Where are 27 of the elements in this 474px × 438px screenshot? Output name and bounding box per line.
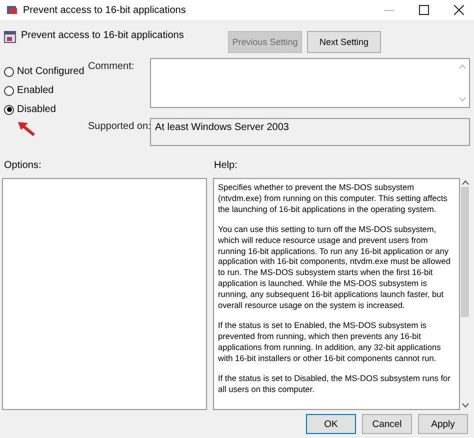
setting-title: Prevent access to 16-bit applications xyxy=(21,30,185,41)
maximize-icon xyxy=(419,5,429,15)
close-icon xyxy=(454,5,464,15)
help-paragraph: If the status is set to Disabled, the MS-DOS subsystem runs for all users on this computer. xyxy=(218,372,452,394)
supported-on-label: Supported on: xyxy=(88,120,150,134)
minimize-icon xyxy=(384,8,394,12)
supported-on-field: At least Windows Server 2003 xyxy=(150,118,470,146)
options-label: Options: xyxy=(4,160,42,173)
scrollbar[interactable] xyxy=(460,178,470,410)
arrow-drawing xyxy=(16,120,38,138)
scroll-down-icon[interactable] xyxy=(462,403,468,408)
settings-page-icon xyxy=(4,31,16,43)
dialog-button[interactable]: Apply xyxy=(418,414,468,434)
help-paragraph: If the status is set to Enabled, the MS-DOS subsystem is prevented from running, which then prevents any 16-bit applications from running. In addition, any 32-bit applications with 16-bit installers or other 16-bit components cannot run. xyxy=(218,320,442,364)
next-setting-button[interactable]: Next Setting xyxy=(307,31,381,53)
help-label: Help: xyxy=(214,160,238,173)
radio-option[interactable]: Enabled xyxy=(4,84,88,97)
radio-option[interactable]: Not Configured xyxy=(4,65,88,78)
help-paragraph: Specifies whether to prevent the MS-DOS subsystem (ntvdm.exe) from running on this computer. This setting affects the launching of 16-bit applications in the operating system. xyxy=(218,182,448,215)
help-paragraph: You can use this setting to turn off the MS-DOS subsystem, which will reduce resource usage and prevent users from running 16-bit applications. To run any 16-bit application or any application with 16-bit components, ntvdm.exe must be allowed to run. The MS-DOS subsystem starts when the first 16-bit application is launched. While the MS-DOS subsystem is running, any subsequent 16-bit applications launch faster, but overall resource usage on the system is increased. xyxy=(218,224,452,311)
radio-option[interactable]: Disabled xyxy=(4,103,88,116)
window-title: Prevent access to 16-bit applications xyxy=(23,4,187,16)
dialog-button[interactable]: OK xyxy=(306,414,356,434)
comment-label: Comment: xyxy=(88,60,136,74)
policy-icon xyxy=(6,4,18,16)
scroll-up-icon[interactable] xyxy=(462,180,468,185)
dialog-button[interactable]: Cancel xyxy=(362,414,412,434)
